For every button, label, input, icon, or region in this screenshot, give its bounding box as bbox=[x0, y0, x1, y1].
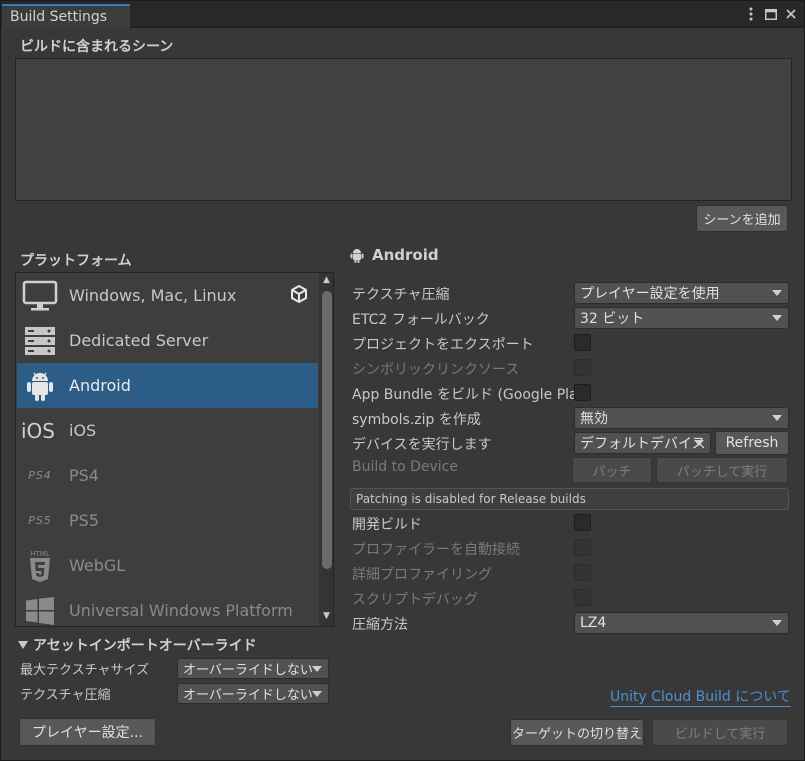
scroll-up-icon[interactable]: ▲ bbox=[321, 275, 332, 285]
texture-compression-value: プレイヤー設定を使用 bbox=[580, 286, 720, 302]
chevron-down-icon bbox=[772, 415, 782, 421]
etc2-fallback-dropdown[interactable]: 32 ビット bbox=[574, 307, 789, 329]
window-tools bbox=[744, 6, 798, 22]
scroll-thumb[interactable] bbox=[322, 291, 332, 569]
unity-logo-icon bbox=[291, 284, 307, 307]
export-project-checkbox[interactable] bbox=[574, 334, 591, 351]
script-debugging-label: スクリプトデバッグ bbox=[352, 592, 478, 608]
platform-label: Windows, Mac, Linux bbox=[69, 286, 237, 305]
html5-icon: HTML bbox=[17, 546, 63, 586]
player-settings-button[interactable]: プレイヤー設定... bbox=[19, 718, 156, 746]
app-bundle-label: App Bundle をビルド (Google Pla bbox=[352, 387, 574, 403]
patching-notice: Patching is disabled for Release builds bbox=[350, 488, 789, 510]
compression-method-value: LZ4 bbox=[580, 615, 607, 631]
development-build-label: 開発ビルド bbox=[352, 517, 422, 533]
monitor-icon bbox=[17, 276, 63, 316]
chevron-down-icon bbox=[772, 290, 782, 296]
autoconnect-profiler-checkbox[interactable] bbox=[574, 539, 591, 556]
server-icon bbox=[17, 321, 63, 361]
max-texture-size-value: オーバーライドしない bbox=[183, 663, 313, 678]
windows-icon bbox=[17, 591, 63, 627]
android-settings-header: Android bbox=[350, 246, 439, 264]
compression-method-label: 圧縮方法 bbox=[352, 617, 408, 633]
symlink-sources-label: シンボリックリンクソース bbox=[352, 362, 520, 378]
texture-compression-label: テクスチャ圧縮 bbox=[352, 287, 450, 303]
build-settings-window: Build Settings ビルドに含まれるシーン シーンを追加 プラットフォ… bbox=[0, 0, 805, 761]
symbols-zip-value: 無効 bbox=[580, 411, 608, 427]
symbols-zip-label: symbols.zip を作成 bbox=[352, 412, 481, 428]
platform-item-webgl[interactable]: HTML WebGL bbox=[17, 543, 318, 588]
script-debugging-checkbox[interactable] bbox=[574, 589, 591, 606]
export-project-label: プロジェクトをエクスポート bbox=[352, 337, 534, 353]
chevron-down-icon bbox=[312, 690, 322, 697]
chevron-down-icon bbox=[694, 440, 704, 446]
scenes-list[interactable] bbox=[15, 58, 792, 201]
override-texture-compression-value: オーバーライドしない bbox=[183, 688, 313, 703]
android-icon bbox=[17, 366, 63, 406]
platform-item-uwp[interactable]: Universal Windows Platform bbox=[17, 588, 318, 627]
max-texture-size-label: 最大テクスチャサイズ bbox=[20, 663, 150, 678]
run-device-value: デフォルトデバイス bbox=[580, 436, 706, 452]
platform-item-ps5[interactable]: PS5 PS5 bbox=[17, 498, 318, 543]
chevron-down-icon bbox=[772, 620, 782, 626]
platform-item-ps4[interactable]: PS4 PS4 bbox=[17, 453, 318, 498]
android-icon bbox=[350, 248, 364, 263]
platform-label: Universal Windows Platform bbox=[69, 601, 293, 620]
override-texture-compression-dropdown[interactable]: オーバーライドしない bbox=[177, 683, 329, 704]
platforms-heading: プラットフォーム bbox=[20, 253, 132, 269]
autoconnect-profiler-label: プロファイラーを自動接続 bbox=[352, 542, 520, 558]
ps5-icon: PS5 bbox=[28, 514, 52, 527]
platform-item-android[interactable]: Android bbox=[17, 363, 318, 408]
platform-label: WebGL bbox=[69, 556, 126, 575]
ios-icon: iOS bbox=[21, 418, 55, 443]
build-and-run-button[interactable]: ビルドして実行 bbox=[652, 719, 788, 746]
platform-label: iOS bbox=[69, 421, 97, 440]
asset-override-heading: アセットインポートオーバーライド bbox=[33, 638, 257, 654]
etc2-fallback-value: 32 ビット bbox=[580, 311, 645, 327]
cloud-build-link[interactable]: Unity Cloud Build について bbox=[610, 689, 791, 707]
compression-method-dropdown[interactable]: LZ4 bbox=[574, 612, 789, 634]
symbols-zip-dropdown[interactable]: 無効 bbox=[574, 407, 789, 429]
run-device-label: デバイスを実行します bbox=[352, 437, 492, 453]
patch-and-run-button[interactable]: パッチして実行 bbox=[656, 457, 788, 483]
platform-item-dedicated-server[interactable]: Dedicated Server bbox=[17, 318, 318, 363]
deep-profiling-checkbox[interactable] bbox=[574, 564, 591, 581]
platform-list-scrollbar[interactable]: ▲ ▼ bbox=[319, 273, 333, 626]
html5-icon-text: HTML bbox=[30, 549, 50, 558]
max-texture-size-dropdown[interactable]: オーバーライドしない bbox=[177, 658, 329, 679]
etc2-fallback-label: ETC2 フォールバック bbox=[352, 312, 490, 328]
patch-button[interactable]: パッチ bbox=[572, 457, 652, 483]
chevron-down-icon bbox=[312, 665, 322, 672]
app-bundle-checkbox[interactable] bbox=[574, 384, 591, 401]
override-texture-compression-label: テクスチャ圧縮 bbox=[20, 688, 111, 703]
scroll-down-icon[interactable]: ▼ bbox=[321, 611, 332, 621]
tab-bar: Build Settings bbox=[1, 1, 804, 28]
close-icon[interactable] bbox=[784, 6, 798, 22]
kebab-menu-icon[interactable] bbox=[744, 6, 758, 22]
maximize-icon[interactable] bbox=[764, 6, 778, 22]
platform-item-windows-mac-linux[interactable]: Windows, Mac, Linux bbox=[17, 273, 318, 318]
platform-label: Android bbox=[69, 376, 131, 395]
platform-label: Dedicated Server bbox=[69, 331, 209, 350]
platform-label: PS5 bbox=[69, 511, 99, 530]
platform-item-ios[interactable]: iOS iOS bbox=[17, 408, 318, 453]
asset-override-foldout[interactable]: アセットインポートオーバーライド bbox=[18, 635, 257, 655]
texture-compression-dropdown[interactable]: プレイヤー設定を使用 bbox=[574, 282, 789, 304]
tab-build-settings[interactable]: Build Settings bbox=[2, 4, 130, 28]
development-build-checkbox[interactable] bbox=[574, 514, 591, 531]
ps4-icon: PS4 bbox=[28, 469, 52, 482]
switch-platform-button[interactable]: ターゲットの切り替え bbox=[510, 719, 644, 746]
symlink-sources-checkbox[interactable] bbox=[574, 359, 591, 376]
foldout-arrow-icon bbox=[18, 641, 28, 649]
chevron-down-icon bbox=[772, 315, 782, 321]
scenes-heading: ビルドに含まれるシーン bbox=[20, 39, 174, 55]
run-device-dropdown[interactable]: デフォルトデバイス bbox=[574, 432, 711, 454]
android-settings-title: Android bbox=[372, 246, 439, 264]
platform-label: PS4 bbox=[69, 466, 99, 485]
refresh-button[interactable]: Refresh bbox=[715, 431, 789, 455]
add-scene-button[interactable]: シーンを追加 bbox=[696, 205, 788, 232]
platform-list: Windows, Mac, Linux Dedicated Server And… bbox=[15, 272, 334, 627]
build-to-device-label: Build to Device bbox=[352, 459, 458, 475]
deep-profiling-label: 詳細プロファイリング bbox=[352, 567, 492, 583]
